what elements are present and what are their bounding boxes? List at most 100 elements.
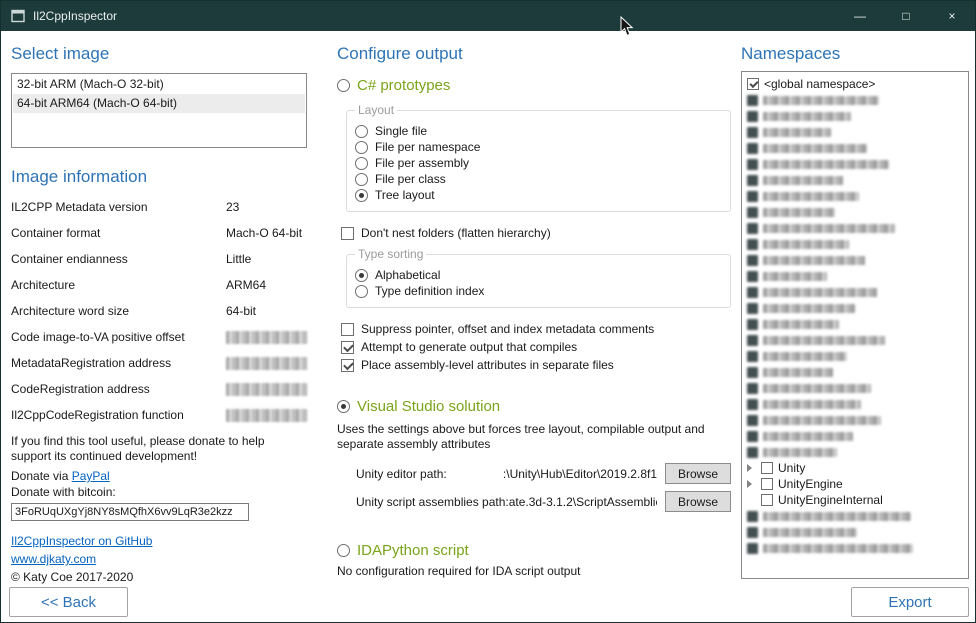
namespace-label-blurred (763, 256, 865, 265)
namespace-item-redacted[interactable] (747, 508, 965, 524)
image-option-32bit-arm[interactable]: 32-bit ARM (Mach-O 32-bit) (13, 75, 305, 94)
website-link[interactable]: www.djkaty.com (11, 552, 96, 566)
info-label: Container endianness (11, 252, 226, 266)
image-option-64bit-arm64[interactable]: 64-bit ARM64 (Mach-O 64-bit) (13, 94, 305, 113)
checkbox-label: Attempt to generate output that compiles (361, 340, 577, 354)
namespace-item-redacted[interactable] (747, 252, 965, 268)
radio-icon (337, 79, 350, 92)
namespace-item-redacted[interactable] (747, 412, 965, 428)
namespace-item-redacted[interactable] (747, 172, 965, 188)
namespace-item-redacted[interactable] (747, 236, 965, 252)
radio-label: File per assembly (375, 156, 469, 170)
checkbox-icon[interactable] (761, 462, 773, 474)
radio-label: File per namespace (375, 140, 480, 154)
checkbox-blurred-icon (747, 303, 758, 314)
namespace-item-redacted[interactable] (747, 268, 965, 284)
radio-label: File per class (375, 172, 446, 186)
radio-label: Alphabetical (375, 268, 440, 282)
checkbox-blurred-icon (747, 287, 758, 298)
layout-file-per-assembly-radio[interactable]: File per assembly (355, 155, 722, 171)
layout-single-file-radio[interactable]: Single file (355, 123, 722, 139)
namespace-item-redacted[interactable] (747, 396, 965, 412)
checkbox-label: Don't nest folders (flatten hierarchy) (361, 226, 551, 240)
namespace-item-unity[interactable]: Unity (747, 460, 965, 476)
namespace-item-redacted[interactable] (747, 380, 965, 396)
namespace-item-redacted[interactable] (747, 220, 965, 236)
namespace-item-redacted[interactable] (747, 364, 965, 380)
checkbox-icon (341, 323, 354, 336)
namespace-item-redacted[interactable] (747, 140, 965, 156)
sort-alphabetical-radio[interactable]: Alphabetical (355, 267, 722, 283)
layout-file-per-namespace-radio[interactable]: File per namespace (355, 139, 722, 155)
checkbox-blurred-icon (747, 111, 758, 122)
radio-label: IDAPython script (357, 542, 469, 559)
info-label: Container format (11, 226, 226, 240)
checkbox-blurred-icon (747, 191, 758, 202)
unity-script-assemblies-path-value[interactable]: ate.3d-3.1.2\ScriptAssemblies (509, 495, 657, 509)
close-button[interactable]: × (929, 1, 975, 31)
mouse-cursor-icon (620, 16, 634, 37)
namespace-item-redacted[interactable] (747, 428, 965, 444)
namespace-item-redacted[interactable] (747, 540, 965, 556)
namespace-label-blurred (763, 288, 877, 297)
suppress-comments-checkbox[interactable]: Suppress pointer, offset and index metad… (341, 322, 735, 336)
image-listbox: 32-bit ARM (Mach-O 32-bit) 64-bit ARM64 … (11, 73, 307, 148)
expander-icon[interactable] (747, 480, 752, 488)
bitcoin-address-input[interactable] (11, 503, 249, 521)
namespace-label-blurred (763, 192, 859, 201)
window-controls: — □ × (837, 1, 975, 31)
visual-studio-solution-radio[interactable]: Visual Studio solution (337, 398, 735, 415)
namespace-item-redacted[interactable] (747, 300, 965, 316)
namespace-item-global[interactable]: <global namespace> (747, 76, 965, 92)
layout-file-per-class-radio[interactable]: File per class (355, 171, 722, 187)
copyright-text: © Katy Coe 2017-2020 (11, 570, 307, 584)
namespace-item-redacted[interactable] (747, 316, 965, 332)
separate-attributes-checkbox[interactable]: Place assembly-level attributes in separ… (341, 358, 735, 372)
info-row: Architecture ARM64 (11, 272, 307, 298)
back-button[interactable]: << Back (9, 587, 128, 617)
namespace-item-redacted[interactable] (747, 156, 965, 172)
checkbox-blurred-icon (747, 271, 758, 282)
namespace-item-redacted[interactable] (747, 124, 965, 140)
namespace-item-redacted[interactable] (747, 348, 965, 364)
maximize-button[interactable]: □ (883, 1, 929, 31)
checkbox-blurred-icon (747, 527, 758, 538)
idapython-script-radio[interactable]: IDAPython script (337, 542, 735, 559)
checkbox-blurred-icon (747, 143, 758, 154)
unity-editor-browse-button[interactable]: Browse (665, 463, 731, 484)
namespace-item-unityengine[interactable]: UnityEngine (747, 476, 965, 492)
info-label: MetadataRegistration address (11, 356, 226, 370)
sort-type-definition-index-radio[interactable]: Type definition index (355, 283, 722, 299)
namespace-item-redacted[interactable] (747, 188, 965, 204)
namespace-tree[interactable]: <global namespace> Unity UnityEngine Un (741, 71, 969, 579)
checkbox-icon[interactable] (761, 478, 773, 490)
csharp-prototypes-radio[interactable]: C# prototypes (337, 77, 735, 94)
export-button[interactable]: Export (851, 587, 969, 617)
flatten-hierarchy-checkbox[interactable]: Don't nest folders (flatten hierarchy) (341, 226, 735, 240)
checkbox-icon[interactable] (747, 78, 759, 90)
namespace-item-redacted[interactable] (747, 92, 965, 108)
tree-indent (747, 464, 756, 472)
radio-icon (337, 400, 350, 413)
checkbox-icon[interactable] (761, 494, 773, 506)
namespace-item-redacted[interactable] (747, 204, 965, 220)
namespace-item-redacted[interactable] (747, 108, 965, 124)
info-label: Architecture (11, 278, 226, 292)
github-link[interactable]: Il2CppInspector on GitHub (11, 534, 152, 548)
checkbox-label: Suppress pointer, offset and index metad… (361, 322, 654, 336)
checkbox-blurred-icon (747, 351, 758, 362)
paypal-link[interactable]: PayPal (72, 469, 110, 483)
redacted-value (226, 409, 307, 422)
layout-tree-layout-radio[interactable]: Tree layout (355, 187, 722, 203)
namespace-item-redacted[interactable] (747, 332, 965, 348)
namespace-item-unityengineinternal[interactable]: UnityEngineInternal (747, 492, 965, 508)
unity-script-assemblies-browse-button[interactable]: Browse (665, 491, 731, 512)
unity-editor-path-value[interactable]: :\Unity\Hub\Editor\2019.2.8f1 (447, 467, 657, 481)
namespace-item-redacted[interactable] (747, 284, 965, 300)
compilable-output-checkbox[interactable]: Attempt to generate output that compiles (341, 340, 735, 354)
namespace-item-redacted[interactable] (747, 444, 965, 460)
checkbox-blurred-icon (747, 223, 758, 234)
namespace-item-redacted[interactable] (747, 524, 965, 540)
minimize-button[interactable]: — (837, 1, 883, 31)
expander-icon[interactable] (747, 464, 752, 472)
